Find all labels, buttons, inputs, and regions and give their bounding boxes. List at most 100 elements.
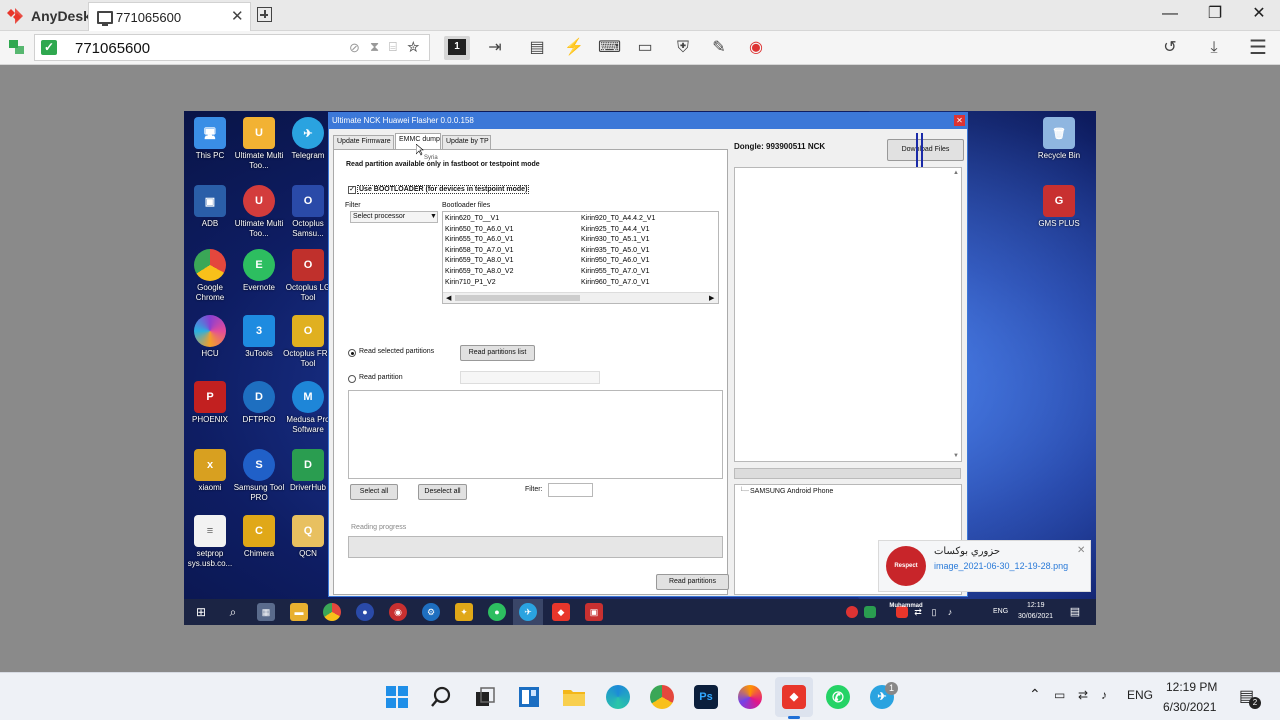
session-tab[interactable]: 771065600 ✕: [88, 2, 251, 31]
log-output[interactable]: ▲ ▼: [734, 167, 962, 462]
desktop-icon-medusa-pro[interactable]: M Medusa Pro Software: [282, 381, 334, 435]
desktop-icon-driverhub[interactable]: D DriverHub: [282, 449, 334, 493]
record-icon[interactable]: ◉: [745, 37, 767, 59]
app-icon[interactable]: ●: [488, 603, 506, 621]
desktop-icon-3utools[interactable]: 3 3uTools: [233, 315, 285, 359]
desktop-icon-octoplus-lg[interactable]: O Octoplus LG Tool: [282, 249, 334, 303]
read-partition-input[interactable]: [460, 371, 600, 384]
desktop-icon-ultimate-multi-tool-2[interactable]: U Ultimate Multi Too...: [233, 185, 285, 239]
start-icon[interactable]: ⊞: [192, 603, 210, 621]
scroll-up-icon[interactable]: ▲: [953, 170, 959, 176]
task-view-icon[interactable]: [474, 686, 496, 708]
device-tree-item[interactable]: SAMSUNG Android Phone: [750, 488, 833, 495]
whiteboard-pen-icon[interactable]: ✎: [708, 37, 730, 59]
list-item[interactable]: Kirin710_P1_V2: [445, 278, 514, 289]
address-bar[interactable]: ✓ 771065600 ⊘ ⧗ ⌸ ✮: [34, 34, 430, 61]
desktop-icon-dftpro[interactable]: D DFTPRO: [233, 381, 285, 425]
desktop-icon-octoplus-samsung[interactable]: O Octoplus Samsu...: [282, 185, 334, 239]
file-notification[interactable]: Respect Muhammad حزوري بوكسات image_2021…: [878, 540, 1091, 609]
action-center-icon[interactable]: ▤: [1066, 603, 1084, 621]
actions-lightning-icon[interactable]: ⚡: [563, 37, 585, 59]
filter-input[interactable]: [548, 483, 593, 497]
clock-time[interactable]: 12:19 PM: [1166, 680, 1217, 694]
download-icon[interactable]: ⤓: [1203, 37, 1225, 59]
desktop-icon-ultimate-multi-tool[interactable]: U Ultimate Multi Too...: [233, 117, 285, 171]
chimera-icon[interactable]: ✦: [455, 603, 473, 621]
app-icon[interactable]: ◉: [389, 603, 407, 621]
app-icon[interactable]: ●: [356, 603, 374, 621]
chat-icon[interactable]: ▤: [526, 37, 548, 59]
app-icon[interactable]: ▣: [585, 603, 603, 621]
desktop-icon-recycle-bin[interactable]: 🗑 Recycle Bin: [1033, 117, 1085, 161]
menu-hamburger-icon[interactable]: ☰: [1247, 37, 1269, 59]
widgets-icon[interactable]: [518, 686, 540, 708]
list-item[interactable]: Kirin925_T0_A4.4_V1: [581, 225, 655, 236]
desktop-icon-chimera[interactable]: C Chimera: [233, 515, 285, 559]
desktop-icon-google-chrome[interactable]: Google Chrome: [184, 249, 236, 303]
list-item[interactable]: Kirin950_T0_A6.0_V1: [581, 256, 655, 267]
processor-select[interactable]: Select processor ▼: [350, 211, 438, 223]
list-item[interactable]: Kirin650_T0_A6.0_V1: [445, 225, 514, 236]
edge-icon[interactable]: [606, 685, 630, 709]
new-tab-icon[interactable]: [257, 7, 272, 22]
horizontal-scrollbar[interactable]: ◀ ▶: [443, 292, 718, 303]
file-explorer-icon[interactable]: [562, 686, 586, 708]
download-files-button[interactable]: Download Files: [887, 139, 964, 161]
desktop-icon-qcn[interactable]: Q QCN: [282, 515, 334, 559]
tray-app-icon[interactable]: [864, 606, 876, 618]
list-item[interactable]: Kirin655_T0_A6.0_V1: [445, 235, 514, 246]
whatsapp-icon[interactable]: ✆: [826, 685, 850, 709]
start-windows-icon[interactable]: [386, 686, 408, 708]
read-partitions-button[interactable]: Read partitions: [656, 574, 729, 590]
desktop-icon-evernote[interactable]: E Evernote: [233, 249, 285, 293]
list-item[interactable]: Kirin930_T0_A5.1_V1: [581, 235, 655, 246]
desktop-icon-phoenix[interactable]: P PHOENIX: [184, 381, 236, 425]
maximize-button[interactable]: ❐: [1207, 6, 1223, 22]
desktop-icon-xiaomi[interactable]: x xiaomi: [184, 449, 236, 493]
app-title-bar[interactable]: Ultimate NCK Huawei Flasher 0.0.0.158: [329, 113, 967, 129]
search-icon[interactable]: ⌕: [224, 603, 242, 621]
partitions-list[interactable]: [348, 390, 723, 479]
read-selected-radio[interactable]: [348, 349, 356, 357]
telegram-icon[interactable]: ✈: [519, 603, 537, 621]
tab-update-by-tp[interactable]: Update by TP: [442, 135, 491, 149]
scrollbar-thumb[interactable]: [455, 295, 580, 301]
read-partition-label[interactable]: Read partition: [359, 374, 403, 381]
file-transfer-icon[interactable]: ⇥: [484, 37, 506, 59]
minimize-button[interactable]: —: [1162, 6, 1178, 22]
close-tab-icon[interactable]: ✕: [231, 7, 244, 25]
list-item[interactable]: Kirin920_T0_A4.4.2_V1: [581, 214, 655, 225]
permissions-shield-icon[interactable]: ⛨: [672, 37, 694, 59]
read-partitions-list-button[interactable]: Read partitions list: [460, 345, 535, 361]
tray-battery-icon[interactable]: ▯: [928, 606, 940, 618]
remote-lang[interactable]: ENG: [993, 608, 1008, 615]
tray-volume-icon[interactable]: ♪: [944, 606, 956, 618]
firefox-icon[interactable]: [738, 685, 762, 709]
monitor-1-icon[interactable]: 1: [448, 39, 466, 55]
search-icon[interactable]: [430, 686, 452, 708]
history-icon[interactable]: ↺: [1159, 37, 1181, 59]
bootloader-checkbox[interactable]: ✓: [348, 186, 356, 194]
notification-close-icon[interactable]: ✕: [1077, 545, 1085, 556]
chevron-up-icon[interactable]: ⌃: [1029, 686, 1041, 703]
desktop-icon-this-pc[interactable]: 🖥 This PC: [184, 117, 236, 161]
remote-clock-date[interactable]: 30/06/2021: [1018, 613, 1053, 620]
deselect-all-button[interactable]: Deselect all: [418, 484, 467, 500]
desktop-icon-setprop[interactable]: ≡ setprop sys.usb.co...: [184, 515, 236, 569]
read-partition-radio[interactable]: [348, 375, 356, 383]
desktop-icon-gms-plus[interactable]: G GMS PLUS: [1033, 185, 1085, 229]
desktop-icon-samsung-tool-pro[interactable]: S Samsung Tool PRO: [233, 449, 285, 503]
close-window-button[interactable]: ✕: [1251, 6, 1267, 22]
notification-file-link[interactable]: image_2021-06-30_12-19-28.png: [934, 561, 1068, 571]
ultimate-nck-window[interactable]: Ultimate NCK Huawei Flasher 0.0.0.158 ✕ …: [328, 112, 968, 597]
list-item[interactable]: Kirin935_T0_A5.0_V1: [581, 246, 655, 257]
desktop-icon-adb[interactable]: ▣ ADB: [184, 185, 236, 229]
select-all-button[interactable]: Select all: [350, 484, 398, 500]
list-item[interactable]: Kirin658_T0_A7.0_V1: [445, 246, 514, 257]
list-item[interactable]: Kirin960_T0_A7.0_V1: [581, 278, 655, 289]
settings-gear-icon[interactable]: ⚙: [422, 603, 440, 621]
scroll-left-icon[interactable]: ◀: [446, 294, 451, 302]
bootloader-files-list[interactable]: Kirin620_T0__V1 Kirin650_T0_A6.0_V1 Kiri…: [442, 211, 719, 304]
remote-clock-time[interactable]: 12:19: [1027, 602, 1045, 609]
list-item[interactable]: Kirin620_T0__V1: [445, 214, 514, 225]
